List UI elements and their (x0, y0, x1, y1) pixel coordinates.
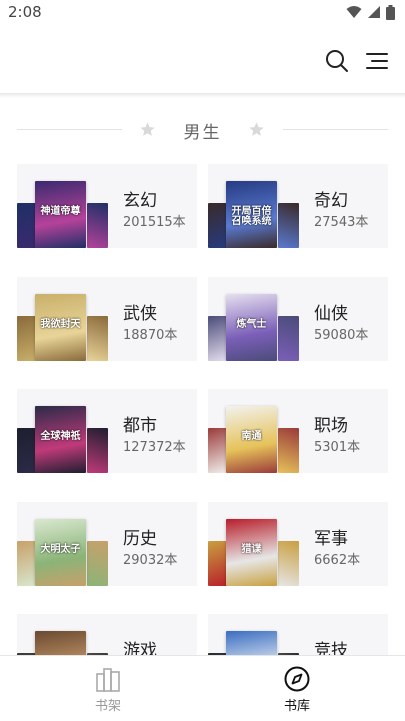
book-cover: 大明太子 (35, 519, 86, 586)
wifi-icon (346, 6, 362, 18)
book-cover (278, 541, 299, 586)
category-count: 59080本 (314, 328, 369, 343)
category-count: 201515本 (123, 215, 186, 230)
category-card[interactable]: 全球神祇 都市 127372本 (17, 389, 197, 473)
category-card[interactable]: 猎谍 军事 6662本 (208, 502, 388, 586)
book-covers: 我欲封天 (17, 277, 117, 361)
book-cover: 全球神祇 (35, 406, 86, 473)
status-time: 2:08 (8, 3, 42, 21)
signal-icon (368, 6, 380, 18)
header-divider (0, 93, 405, 98)
status-bar: 2:08 (0, 0, 405, 26)
category-card[interactable]: 炼气士 仙侠 59080本 (208, 277, 388, 361)
nav-item-library[interactable]: 书库 (242, 656, 352, 721)
cover-title: 全球神祇 (40, 431, 81, 442)
category-card[interactable]: 大明太子 历史 29032本 (17, 502, 197, 586)
category-count: 6662本 (314, 553, 361, 568)
category-name: 玄幻 (123, 191, 157, 211)
app-header (0, 26, 405, 94)
category-count: 27543本 (314, 215, 369, 230)
book-covers: 猎谍 (208, 502, 308, 586)
cover-title: 大明太子 (40, 544, 81, 555)
book-cover: 我欲封天 (35, 294, 86, 361)
category-count: 18870本 (123, 328, 178, 343)
status-icons (346, 5, 395, 20)
category-name: 历史 (123, 529, 157, 549)
cover-title: 南通 (241, 431, 262, 442)
category-card[interactable]: 我欲封天 武侠 18870本 (17, 277, 197, 361)
book-cover (278, 428, 299, 473)
book-covers: 全球神祇 (17, 389, 117, 473)
book-covers: 炼气士 (208, 277, 308, 361)
category-name: 都市 (123, 416, 157, 436)
cover-title: 我欲封天 (40, 319, 81, 330)
book-covers: 神道帝尊 (17, 164, 117, 248)
bottom-nav: 书架 书库 (0, 655, 405, 721)
battery-icon (386, 5, 395, 20)
book-cover (87, 316, 108, 361)
category-name: 军事 (314, 529, 348, 549)
menu-icon[interactable] (364, 48, 390, 74)
book-cover (87, 541, 108, 586)
cover-title: 神道帝尊 (40, 206, 81, 217)
cover-title: 开局百倍召唤系统 (231, 206, 272, 227)
book-cover: 南通 (226, 406, 277, 473)
book-cover: 炼气士 (226, 294, 277, 361)
category-name: 仙侠 (314, 304, 348, 324)
book-cover (87, 203, 108, 248)
category-name: 武侠 (123, 304, 157, 324)
cover-title: 炼气士 (236, 319, 267, 330)
section-divider-right (283, 129, 388, 130)
section-title: 男生 (0, 116, 405, 144)
cover-title: 猎谍 (241, 544, 262, 555)
book-cover (278, 316, 299, 361)
nav-label: 书架 (94, 699, 121, 714)
book-cover: 开局百倍召唤系统 (226, 181, 277, 248)
book-covers: 南通 (208, 389, 308, 473)
book-cover: 神道帝尊 (35, 181, 86, 248)
category-card[interactable]: 神道帝尊 玄幻 201515本 (17, 164, 197, 248)
category-count: 127372本 (123, 440, 186, 455)
category-name: 职场 (314, 416, 348, 436)
book-cover: 猎谍 (226, 519, 277, 586)
book-covers: 大明太子 (17, 502, 117, 586)
bookshelf-icon (96, 668, 120, 692)
search-icon[interactable] (324, 48, 350, 74)
category-card[interactable]: 开局百倍召唤系统 奇幻 27543本 (208, 164, 388, 248)
category-card[interactable]: 南通 职场 5301本 (208, 389, 388, 473)
category-count: 5301本 (314, 440, 361, 455)
category-name: 奇幻 (314, 191, 348, 211)
section-title-text: 男生 (183, 123, 222, 143)
nav-item-bookshelf[interactable]: 书架 (53, 656, 163, 721)
book-cover (278, 203, 299, 248)
star-icon (249, 122, 264, 136)
category-count: 29032本 (123, 553, 178, 568)
compass-icon (284, 666, 310, 692)
book-covers: 开局百倍召唤系统 (208, 164, 308, 248)
book-cover (87, 428, 108, 473)
nav-label: 书库 (283, 699, 310, 714)
